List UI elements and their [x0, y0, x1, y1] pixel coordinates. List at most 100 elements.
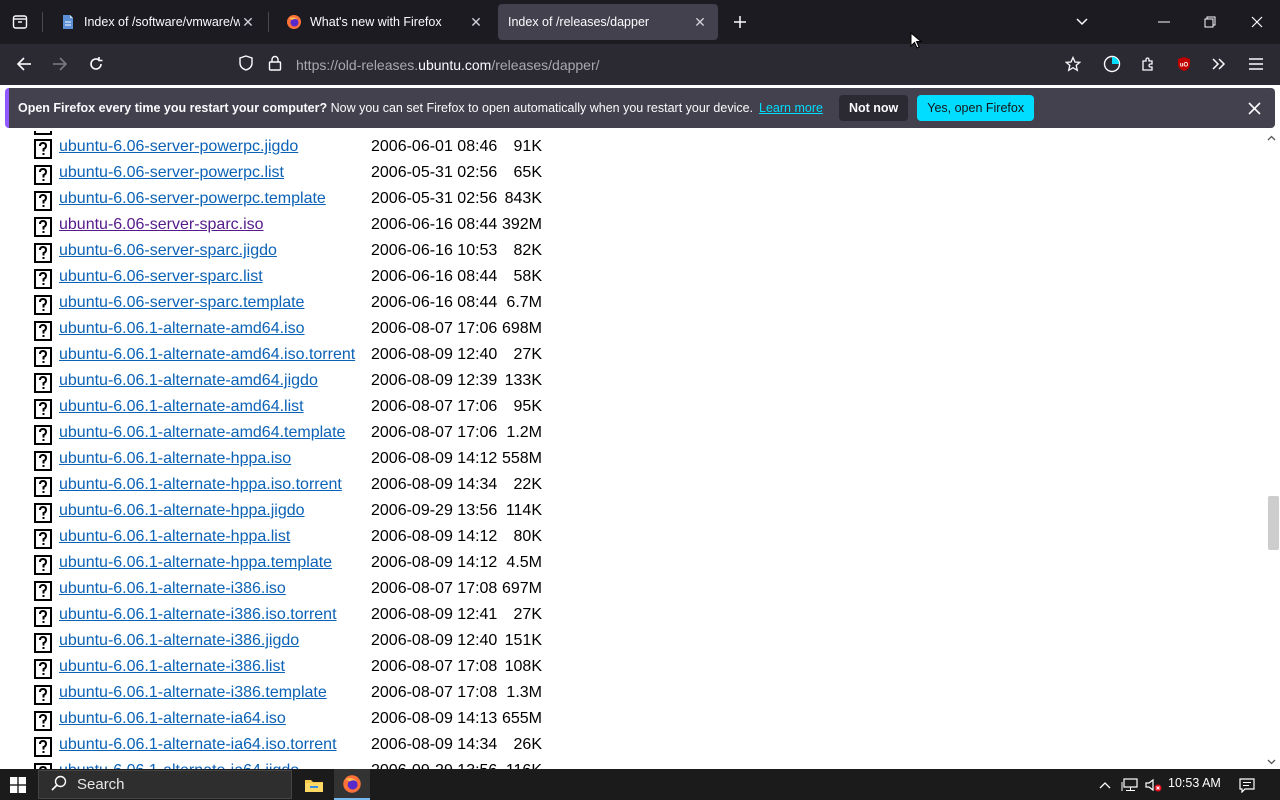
file-size: 65K: [513, 164, 542, 181]
notifications-icon[interactable]: [1237, 775, 1257, 795]
file-link[interactable]: ubuntu-6.06.1-alternate-hppa.list: [59, 528, 290, 546]
list-item: ubuntu-6.06.1-alternate-i386.template 200…: [0, 681, 600, 707]
file-link[interactable]: ubuntu-6.06.1-alternate-i386.iso: [59, 580, 286, 598]
file-link[interactable]: ubuntu-6.06.1-alternate-i386.list: [59, 658, 285, 676]
windows-start-icon[interactable]: [0, 769, 36, 800]
list-item: ubuntu-6.06.1-alternate-i386.jigdo 2006-0…: [0, 629, 600, 655]
url-text: https://old-releases.ubuntu.com/releases…: [296, 56, 600, 73]
file-link[interactable]: ubuntu-6.06.1-alternate-i386.iso.torrent: [59, 606, 337, 624]
file-size: 697M: [501, 580, 542, 597]
doc-icon: [60, 14, 76, 30]
scrollbar-thumb[interactable]: [1268, 496, 1279, 550]
file-link[interactable]: ubuntu-6.06.1-alternate-hppa.jigdo: [59, 502, 305, 520]
yes-open-firefox-button[interactable]: Yes, open Firefox: [917, 95, 1035, 121]
list-item: ubuntu-6.06.1-alternate-hppa.template 200…: [0, 551, 600, 577]
file-link[interactable]: ubuntu-6.06.1-alternate-amd64.list: [59, 398, 304, 416]
file-link[interactable]: ubuntu-6.06-server-powerpc.template: [59, 190, 326, 208]
list-item: ubuntu-6.06.1-alternate-i386.iso.torrent…: [0, 603, 600, 629]
unknown-file-icon: [34, 581, 52, 601]
file-link[interactable]: ubuntu-6.06-server-powerpc.jigdo: [59, 138, 298, 156]
unknown-file-icon: [34, 503, 52, 523]
file-explorer-icon[interactable]: [296, 769, 332, 800]
file-link[interactable]: ubuntu-6.06.1-alternate-ia64.iso.torrent: [59, 736, 337, 754]
unknown-file-icon: [34, 737, 52, 757]
file-link[interactable]: ubuntu-6.06.1-alternate-i386.jigdo: [59, 632, 299, 650]
close-tab-icon[interactable]: ✕: [240, 14, 256, 30]
unknown-file-icon: [34, 295, 52, 315]
file-date: 2006-08-07 17:08: [371, 580, 498, 597]
network-icon[interactable]: [1120, 775, 1140, 795]
new-tab-icon[interactable]: [729, 11, 751, 33]
tab-dapper-index[interactable]: Index of /releases/dapper ✕: [498, 4, 718, 40]
file-link[interactable]: ubuntu-6.06.1-alternate-hppa.template: [59, 554, 332, 572]
file-link[interactable]: ubuntu-6.06-server-sparc.template: [59, 294, 304, 312]
not-now-button[interactable]: Not now: [838, 95, 909, 121]
lock-icon[interactable]: [268, 55, 282, 74]
file-link[interactable]: ubuntu-6.06.1-alternate-amd64.iso.torren…: [59, 346, 355, 364]
default-browser-notification: Open Firefox every time you restart your…: [5, 88, 1275, 128]
bookmark-star-icon[interactable]: [1059, 50, 1087, 78]
minimize-icon[interactable]: [1141, 0, 1187, 44]
unknown-file-icon: [34, 529, 52, 549]
file-date: 2006-08-07 17:08: [371, 658, 498, 675]
unknown-file-icon: [34, 373, 52, 393]
file-link[interactable]: ubuntu-6.06-server-sparc.jigdo: [59, 242, 277, 260]
volume-muted-icon[interactable]: [1144, 775, 1164, 795]
list-item: ubuntu-6.06.1-alternate-amd64.jigdo 2006-…: [0, 369, 600, 395]
file-link[interactable]: ubuntu-6.06-server-sparc.list: [59, 268, 263, 286]
file-size: 22K: [513, 476, 542, 493]
tab-separator: [268, 12, 269, 32]
close-tab-icon[interactable]: ✕: [692, 14, 708, 30]
directory-listing: ubuntu-6.06-server-powerpc.jigdo 2006-06-…: [0, 131, 1280, 769]
firefox-icon: [286, 14, 302, 30]
list-item: ubuntu-6.06-server-powerpc.template 2006-…: [0, 187, 600, 213]
list-all-tabs-icon[interactable]: [1059, 0, 1105, 44]
file-link[interactable]: ubuntu-6.06.1-alternate-amd64.jigdo: [59, 372, 318, 390]
firefox-view-icon[interactable]: [8, 10, 32, 34]
file-link[interactable]: ubuntu-6.06.1-alternate-i386.template: [59, 684, 327, 702]
file-date: 2006-08-09 14:12: [371, 554, 498, 571]
file-date: 2006-09-29 13:56: [371, 502, 498, 519]
tracking-protection-icon[interactable]: [238, 55, 254, 74]
file-link[interactable]: ubuntu-6.06.1-alternate-amd64.template: [59, 424, 345, 442]
more-tools-icon[interactable]: [1205, 50, 1233, 78]
file-date: 2006-05-31 02:56: [371, 190, 498, 207]
firefox-taskbar-icon[interactable]: [334, 769, 370, 800]
close-window-icon[interactable]: [1234, 0, 1280, 44]
show-hidden-icons-chevron-icon[interactable]: [1097, 775, 1113, 795]
back-icon[interactable]: [10, 50, 38, 78]
tab-vmware-index[interactable]: Index of /software/vmware/wo ✕: [46, 4, 266, 40]
file-link[interactable]: ubuntu-6.06.1-alternate-hppa.iso.torrent: [59, 476, 342, 494]
firefox-account-icon[interactable]: [1098, 50, 1126, 78]
file-link[interactable]: ubuntu-6.06.1-alternate-amd64.iso: [59, 320, 305, 338]
file-size: 698M: [501, 320, 542, 337]
forward-icon[interactable]: [46, 50, 74, 78]
hamburger-menu-icon[interactable]: [1242, 50, 1270, 78]
list-item: ubuntu-6.06.1-alternate-i386.iso 2006-08-…: [0, 577, 600, 603]
close-notification-icon[interactable]: [1245, 99, 1263, 117]
unknown-file-icon: [34, 451, 52, 471]
file-link[interactable]: ubuntu-6.06.1-alternate-ia64.jigdo: [59, 762, 299, 769]
tab-whats-new[interactable]: What's new with Firefox ✕: [272, 4, 494, 40]
list-item: ubuntu-6.06.1-alternate-amd64.list 2006-0…: [0, 395, 600, 421]
reload-icon[interactable]: [82, 50, 110, 78]
clock[interactable]: 10:53 AM: [1168, 776, 1221, 790]
unknown-file-icon: [34, 217, 52, 237]
file-link[interactable]: ubuntu-6.06-server-sparc.iso: [59, 216, 264, 234]
restore-icon[interactable]: [1187, 0, 1233, 44]
extensions-icon[interactable]: [1134, 50, 1162, 78]
file-link[interactable]: ubuntu-6.06.1-alternate-ia64.iso: [59, 710, 286, 728]
learn-more-link[interactable]: Learn more: [759, 101, 823, 115]
vertical-scrollbar[interactable]: [1263, 131, 1280, 769]
url-bar[interactable]: https://old-releases.ubuntu.com/releases…: [230, 48, 1092, 81]
close-tab-icon[interactable]: ✕: [468, 14, 484, 30]
tab-title: Index of /software/vmware/wo: [84, 15, 240, 29]
unknown-file-icon: [34, 633, 52, 653]
list-item: ubuntu-6.06.1-alternate-ia64.iso 2006-08-…: [0, 707, 600, 733]
file-size: 80K: [513, 528, 542, 545]
file-link[interactable]: ubuntu-6.06.1-alternate-hppa.iso: [59, 450, 291, 468]
file-date: 2006-08-09 14:13: [371, 710, 498, 727]
ublock-origin-icon[interactable]: uO: [1170, 50, 1198, 78]
taskbar-search-box[interactable]: Search: [38, 770, 292, 799]
file-link[interactable]: ubuntu-6.06-server-powerpc.list: [59, 164, 284, 182]
